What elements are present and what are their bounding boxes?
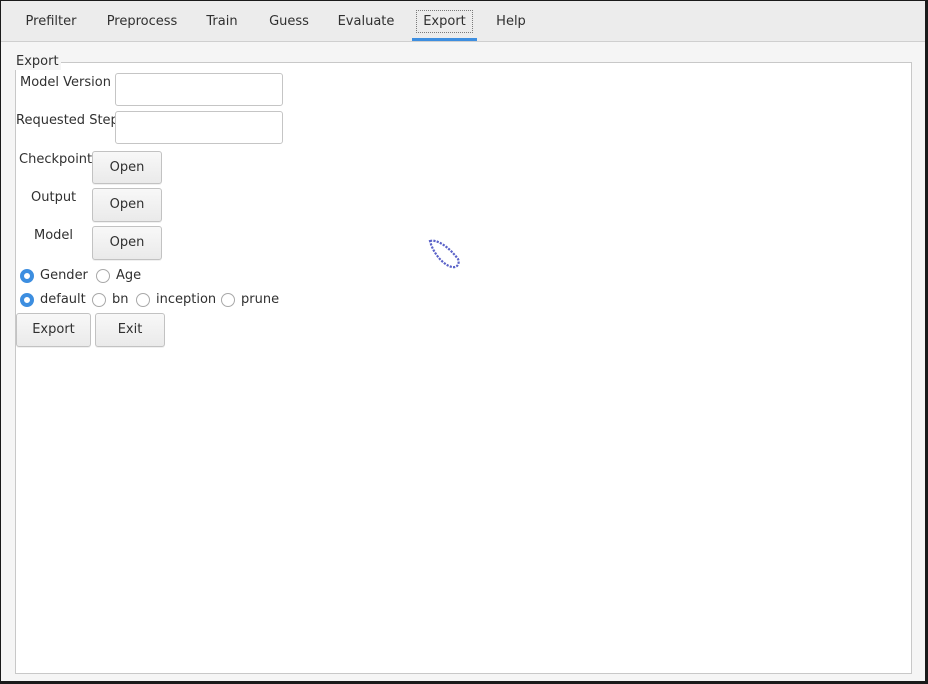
default-radio-label: default — [40, 292, 86, 307]
prune-radio-label: prune — [241, 292, 280, 307]
busy-cursor-icon — [428, 239, 460, 269]
model-type-radio-group: default bn inception prune — [20, 291, 300, 311]
tab-evaluate[interactable]: Evaluate — [331, 1, 401, 41]
inception-radio[interactable]: inception — [136, 291, 218, 311]
output-open-label: Open — [109, 197, 145, 212]
model-version-label: Model Version — [20, 75, 111, 90]
age-radio-label: Age — [116, 268, 142, 283]
tab-label: Evaluate — [337, 14, 395, 29]
tab-label: Train — [206, 14, 238, 29]
tab-label: Prefilter — [25, 14, 77, 29]
tab-label: Export — [416, 10, 473, 33]
radio-unchecked-indicator — [136, 293, 150, 307]
checkpoint-open-button[interactable]: Open — [92, 151, 162, 184]
age-radio[interactable]: Age — [96, 267, 146, 287]
target-radio-group: Gender Age — [20, 267, 220, 287]
export-group-title: Export — [14, 54, 61, 70]
tab-guess[interactable]: Guess — [259, 1, 319, 41]
app-window: Prefilter Preprocess Train Guess Evaluat… — [1, 1, 925, 681]
bn-radio[interactable]: bn — [92, 291, 132, 311]
gender-radio[interactable]: Gender — [20, 267, 90, 287]
exit-button-label: Exit — [117, 322, 143, 337]
tab-label: Help — [496, 14, 526, 29]
gender-radio-label: Gender — [40, 268, 88, 283]
export-page: Export Model Version Requested Step Chec… — [1, 42, 925, 681]
active-tab-indicator — [412, 38, 477, 41]
exit-button[interactable]: Exit — [95, 313, 165, 347]
model-label: Model — [34, 228, 74, 243]
output-open-button[interactable]: Open — [92, 188, 162, 222]
requested-step-label: Requested Step — [16, 113, 119, 128]
radio-unchecked-indicator — [96, 269, 110, 283]
radio-checked-indicator — [20, 269, 34, 283]
output-label: Output — [31, 190, 77, 205]
model-open-button[interactable]: Open — [92, 226, 162, 260]
tab-label: Preprocess — [106, 14, 178, 29]
model-open-label: Open — [109, 235, 145, 250]
requested-step-input[interactable] — [115, 111, 283, 144]
radio-unchecked-indicator — [221, 293, 235, 307]
bn-radio-label: bn — [112, 292, 129, 307]
tab-train[interactable]: Train — [199, 1, 245, 41]
tab-bar: Prefilter Preprocess Train Guess Evaluat… — [1, 1, 925, 42]
tab-label: Guess — [269, 14, 309, 29]
default-radio[interactable]: default — [20, 291, 88, 311]
checkpoint-label: Checkpoint — [19, 152, 93, 167]
model-version-input[interactable] — [115, 73, 283, 106]
checkpoint-open-label: Open — [109, 160, 145, 175]
export-button-label: Export — [32, 322, 75, 337]
radio-unchecked-indicator — [92, 293, 106, 307]
tab-export[interactable]: Export — [412, 1, 477, 41]
prune-radio[interactable]: prune — [221, 291, 283, 311]
tab-help[interactable]: Help — [489, 1, 533, 41]
tab-preprocess[interactable]: Preprocess — [99, 1, 185, 41]
tab-prefilter[interactable]: Prefilter — [15, 1, 87, 41]
export-button[interactable]: Export — [16, 313, 91, 347]
radio-checked-indicator — [20, 293, 34, 307]
inception-radio-label: inception — [156, 292, 217, 307]
